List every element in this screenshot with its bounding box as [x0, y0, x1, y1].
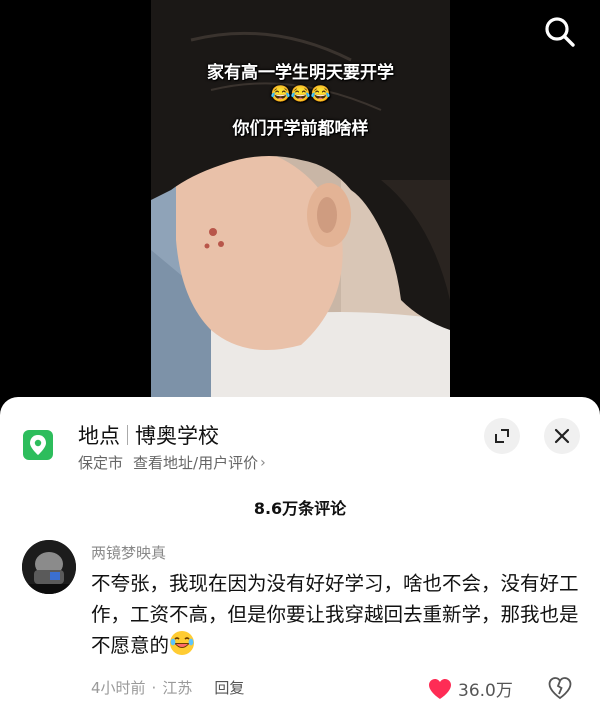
location-name: 博奥学校	[135, 424, 219, 448]
reply-button[interactable]: 回复	[214, 677, 244, 698]
video-caption-line3: 你们开学前都啥样	[232, 119, 369, 139]
close-button[interactable]	[544, 418, 580, 454]
location-subtitle[interactable]: 保定市 查看地址/用户评价 ›	[78, 452, 266, 473]
rolling-laugh-emoji	[170, 631, 195, 655]
search-button[interactable]	[540, 12, 580, 52]
like-button[interactable]: 36.0万	[428, 676, 513, 701]
comment-region: 江苏	[162, 679, 193, 697]
search-icon	[545, 17, 575, 47]
broken-heart-icon	[548, 677, 572, 700]
video-caption-emoji: 😂😂😂	[270, 84, 331, 103]
avatar-image	[22, 540, 76, 594]
comment-time: 4小时前	[91, 679, 146, 697]
comment-count: 8.6万条评论	[253, 499, 347, 518]
comment-meta-dot: ·	[151, 678, 157, 697]
like-count: 36.0万	[458, 681, 513, 701]
video-caption-line1: 家有高一学生明天要开学	[207, 63, 394, 83]
comment-text: 不夸张，我现在因为没有好好学习，啥也不会，没有好工作，工资不高，但是你要让我穿越…	[91, 568, 583, 661]
location-link[interactable]: 查看地址/用户评价	[133, 452, 258, 473]
expand-icon	[495, 429, 509, 443]
dislike-button[interactable]	[548, 676, 572, 704]
chevron-right-icon: ›	[260, 454, 266, 471]
comment-meta: 4小时前 · 江苏 回复	[91, 677, 244, 698]
close-icon	[554, 428, 570, 444]
comment-username[interactable]: 两镜梦映真	[91, 542, 166, 563]
heart-icon	[429, 678, 451, 699]
video-player[interactable]: 家有高一学生明天要开学 😂😂😂 你们开学前都啥样	[0, 0, 600, 405]
video-frame[interactable]: 家有高一学生明天要开学 😂😂😂 你们开学前都啥样	[151, 0, 450, 405]
location-label: 地点	[78, 424, 120, 448]
comment-body: 不夸张，我现在因为没有好好学习，啥也不会，没有好工作，工资不高，但是你要让我穿越…	[91, 572, 579, 657]
location-separator	[127, 425, 128, 445]
expand-button[interactable]	[484, 418, 520, 454]
avatar[interactable]	[22, 540, 76, 594]
location-title[interactable]: 地点 博奥学校	[78, 420, 219, 450]
location-pin-icon	[23, 430, 53, 460]
location-city: 保定市	[78, 454, 124, 472]
